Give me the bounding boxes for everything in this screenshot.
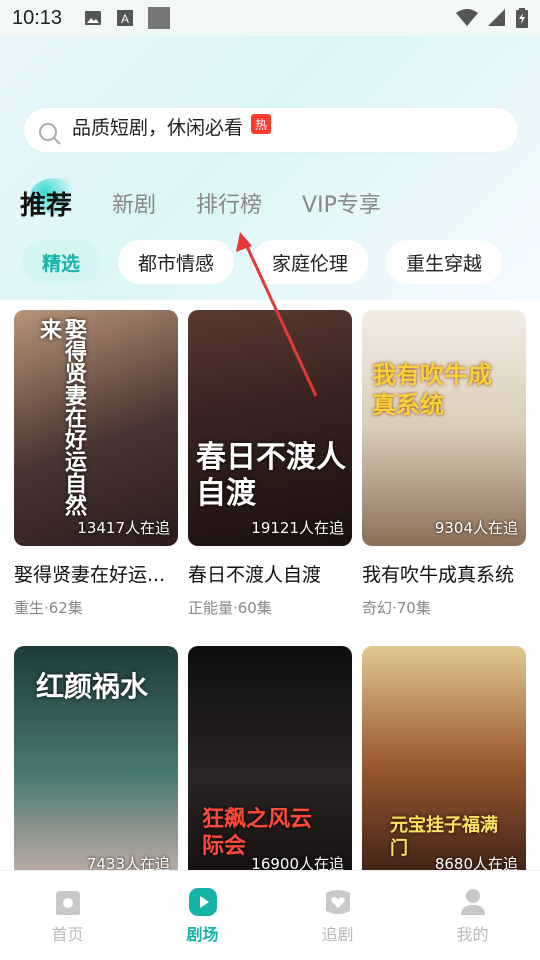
wifi-icon xyxy=(456,9,478,26)
watch-count: 19121人在追 xyxy=(251,519,344,537)
drama-meta: 奇幻·70集 xyxy=(362,599,431,617)
poster-title: 春日不渡人自渡 xyxy=(196,440,346,511)
play-icon xyxy=(188,887,217,916)
drama-card[interactable]: 娶得贤妻在好运自然来 13417人在追 娶得贤妻在好运... 重生·62集 xyxy=(14,310,178,618)
tab-ranking[interactable]: 排行榜 xyxy=(196,184,262,222)
drama-title[interactable]: 我有吹牛成真系统 xyxy=(362,560,526,587)
chip-urban-romance[interactable]: 都市情感 xyxy=(118,240,235,284)
drama-poster[interactable]: 红颜祸水 7433人在追 xyxy=(14,646,178,882)
chip-rebirth[interactable]: 重生穿越 xyxy=(386,240,503,284)
hot-badge: 热 xyxy=(251,114,272,134)
search-bar[interactable]: 品质短剧，休闲必看 热 xyxy=(24,108,518,152)
nav-following[interactable]: 追剧 xyxy=(278,887,398,945)
drama-poster[interactable]: 娶得贤妻在好运自然来 13417人在追 xyxy=(14,310,178,546)
drama-card[interactable]: 狂飙之风云际会 16900人在追 xyxy=(188,646,352,882)
nav-label: 追剧 xyxy=(321,924,354,944)
nav-home[interactable]: 首页 xyxy=(8,887,128,945)
bottom-nav: 首页 剧场 追剧 我的 xyxy=(0,870,540,960)
nav-profile[interactable]: 我的 xyxy=(413,887,533,945)
search-placeholder: 品质短剧，休闲必看 xyxy=(72,116,244,139)
drama-poster[interactable]: 元宝挂子福满门 8680人在追 xyxy=(362,646,526,882)
nav-label: 我的 xyxy=(456,924,489,944)
poster-title: 红颜祸水 xyxy=(36,670,149,703)
poster-title: 狂飙之风云际会 xyxy=(202,806,313,859)
annotation-arrow xyxy=(236,232,318,397)
font-icon: A xyxy=(117,10,134,26)
drama-poster[interactable]: 狂飙之风云际会 16900人在追 xyxy=(188,646,352,882)
nav-label: 首页 xyxy=(51,924,84,944)
drama-card[interactable]: 红颜祸水 7433人在追 xyxy=(14,646,178,882)
drama-meta: 正能量·60集 xyxy=(188,599,272,617)
drama-card[interactable]: 元宝挂子福满门 8680人在追 xyxy=(362,646,526,882)
heart-icon xyxy=(325,889,350,914)
user-icon xyxy=(460,888,485,915)
tab-recommend[interactable]: 推荐 xyxy=(20,178,81,222)
tab-vip[interactable]: VIP专享 xyxy=(302,184,381,222)
drama-title[interactable]: 娶得贤妻在好运... xyxy=(14,560,178,587)
chip-featured[interactable]: 精选 xyxy=(22,240,101,284)
image-icon xyxy=(85,11,102,25)
status-time: 10:13 xyxy=(12,6,63,29)
signal-icon xyxy=(488,9,505,26)
search-icon xyxy=(39,123,61,145)
battery-icon xyxy=(516,8,528,28)
watch-count: 13417人在追 xyxy=(77,519,170,537)
square-icon xyxy=(148,7,171,29)
home-icon xyxy=(55,890,80,915)
drama-card[interactable]: 我有吹牛成真系统 9304人在追 我有吹牛成真系统 奇幻·70集 xyxy=(362,310,526,618)
watch-count: 9304人在追 xyxy=(434,519,518,537)
drama-meta: 重生·62集 xyxy=(14,599,83,617)
poster-title: 娶得贤妻在好运自然来 xyxy=(36,318,87,516)
nav-label: 剧场 xyxy=(186,924,219,944)
svg-text:A: A xyxy=(121,12,129,26)
poster-title: 我有吹牛成真系统 xyxy=(372,360,492,419)
drama-title[interactable]: 春日不渡人自渡 xyxy=(188,560,352,587)
status-bar: 10:13 A xyxy=(0,0,540,36)
nav-theater[interactable]: 剧场 xyxy=(143,887,263,945)
category-tabs: 推荐 新剧 排行榜 VIP专享 xyxy=(20,178,421,222)
drama-poster[interactable]: 我有吹牛成真系统 9304人在追 xyxy=(362,310,526,546)
tab-new[interactable]: 新剧 xyxy=(112,184,156,222)
